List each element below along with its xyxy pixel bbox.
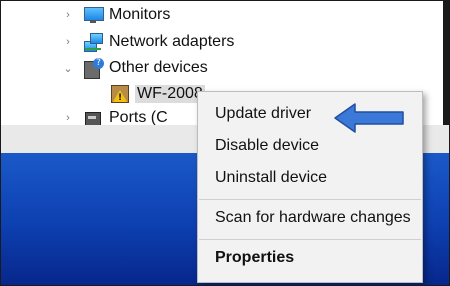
port-icon (83, 108, 103, 125)
device-warning-icon: ! (109, 84, 129, 104)
tree-item-network-adapters[interactable]: › Network adapters (61, 29, 234, 55)
menu-item-scan-hardware[interactable]: Scan for hardware changes (198, 202, 422, 234)
tree-item-monitors[interactable]: › Monitors (61, 3, 170, 27)
menu-separator (199, 239, 421, 240)
tree-item-label: WF-2008 (135, 85, 205, 103)
chevron-down-icon[interactable]: ⌄ (61, 62, 75, 75)
tree-item-ports[interactable]: › Ports (C (61, 105, 168, 125)
tree-item-label: Ports (C (109, 109, 168, 125)
tree-item-label: Other devices (109, 59, 208, 76)
chevron-right-icon[interactable]: › (61, 112, 75, 124)
unknown-device-icon: ? (83, 58, 104, 79)
chevron-right-icon[interactable]: › (61, 9, 75, 21)
monitor-icon (83, 5, 104, 25)
tree-item-other-devices[interactable]: ⌄ ? Other devices (61, 55, 208, 81)
tree-item-wf-2008[interactable]: ! WF-2008 (109, 81, 205, 107)
chevron-right-icon[interactable]: › (61, 36, 75, 48)
tree-item-label: Monitors (109, 6, 171, 23)
menu-item-uninstall-device[interactable]: Uninstall device (198, 162, 422, 194)
tree-item-label: Network adapters (109, 33, 235, 50)
left-arrow-icon (334, 103, 404, 133)
menu-separator (199, 199, 421, 200)
network-adapter-icon (83, 32, 103, 52)
screenshot-frame: › Monitors › Network adapters ⌄ ? Other … (0, 0, 450, 286)
menu-item-properties[interactable]: Properties (198, 242, 422, 274)
